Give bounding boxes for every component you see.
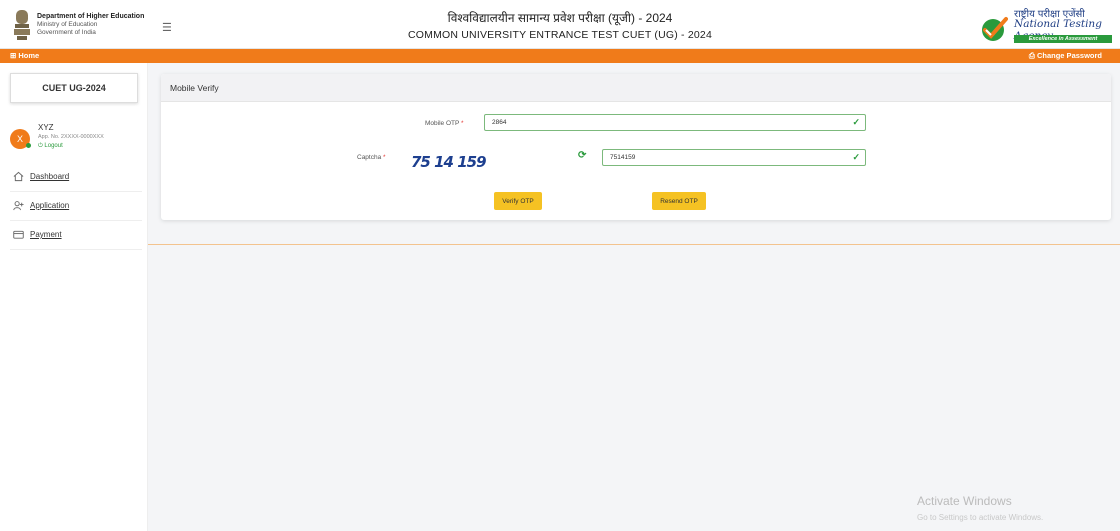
home-icon <box>13 171 24 182</box>
verify-otp-button[interactable]: Verify OTP <box>494 192 542 210</box>
sidebar-item-label: Dashboard <box>30 172 70 181</box>
card-title: Mobile Verify <box>161 74 1111 102</box>
refresh-icon[interactable]: ⟳ <box>578 150 586 161</box>
change-password-link[interactable]: ⎙ Change Password <box>1029 51 1102 61</box>
title-english: COMMON UNIVERSITY ENTRANCE TEST CUET (UG… <box>407 29 713 41</box>
card-icon <box>13 230 24 239</box>
sidebar-item-application[interactable]: Application <box>10 193 142 221</box>
check-icon: ✓ <box>852 117 860 127</box>
government-name: Government of India <box>37 29 96 36</box>
sidebar: CUET UG-2024 X XYZ App. No. 2XXXX-0000XX… <box>0 63 148 531</box>
nta-tagline: Excellence in Assessment <box>1014 35 1112 43</box>
watermark-subtitle: Go to Settings to activate Windows. <box>917 513 1044 522</box>
required-mark: * <box>461 120 464 127</box>
title-hindi: विश्वविद्यालयीन सामान्य प्रवेश परीक्षा (… <box>447 11 673 25</box>
captcha-label: Captcha * <box>357 154 386 161</box>
logout-link[interactable]: ⏻ Logout <box>38 143 63 150</box>
top-nav-bar: ⊞ Home ⎙ Change Password <box>0 49 1120 63</box>
sidebar-item-label: Payment <box>30 230 62 239</box>
exam-card: CUET UG-2024 <box>10 73 138 103</box>
sidebar-item-dashboard[interactable]: Dashboard <box>10 164 142 192</box>
nta-logo: राष्ट्रीय परीक्षा एजेंसी National Testin… <box>980 6 1112 44</box>
national-emblem-icon <box>14 10 30 40</box>
check-icon: ✓ <box>852 152 860 162</box>
application-number: App. No. 2XXXX-0000XXX <box>38 134 104 140</box>
dept-name: Department of Higher Education <box>37 13 145 20</box>
captcha-input[interactable]: 7514159 ✓ <box>602 149 866 166</box>
home-link[interactable]: ⊞ Home <box>10 51 39 60</box>
content-divider <box>148 244 1120 245</box>
hamburger-icon[interactable]: ☰ <box>162 21 172 34</box>
sidebar-item-payment[interactable]: Payment <box>10 222 142 250</box>
site-header: Department of Higher Education Ministry … <box>0 0 1120 49</box>
user-name: XYZ <box>38 123 54 132</box>
mobile-otp-input[interactable]: 2864 ✓ <box>484 114 866 131</box>
user-add-icon <box>13 201 24 211</box>
captcha-value: 7514159 <box>610 154 636 161</box>
sidebar-item-label: Application <box>30 201 70 210</box>
watermark-title: Activate Windows <box>917 494 1012 508</box>
nta-checkmark-logo <box>982 17 1008 41</box>
online-status-dot <box>26 143 31 148</box>
captcha-image: 75 14 159 <box>411 153 487 171</box>
mobile-verify-card: Mobile Verify Mobile OTP * 2864 ✓ Captch… <box>161 74 1111 220</box>
resend-otp-button[interactable]: Resend OTP <box>652 192 706 210</box>
department-info: Department of Higher Education Ministry … <box>37 13 144 37</box>
ministry-name: Ministry of Education <box>37 21 98 28</box>
captcha-label-text: Captcha <box>357 154 382 161</box>
mobile-otp-value: 2864 <box>492 119 507 126</box>
required-mark: * <box>383 154 386 161</box>
page-title: विश्वविद्यालयीन सामान्य प्रवेश परीक्षा (… <box>310 11 810 41</box>
mobile-otp-label-text: Mobile OTP <box>425 120 460 127</box>
mobile-otp-label: Mobile OTP * <box>425 120 464 127</box>
